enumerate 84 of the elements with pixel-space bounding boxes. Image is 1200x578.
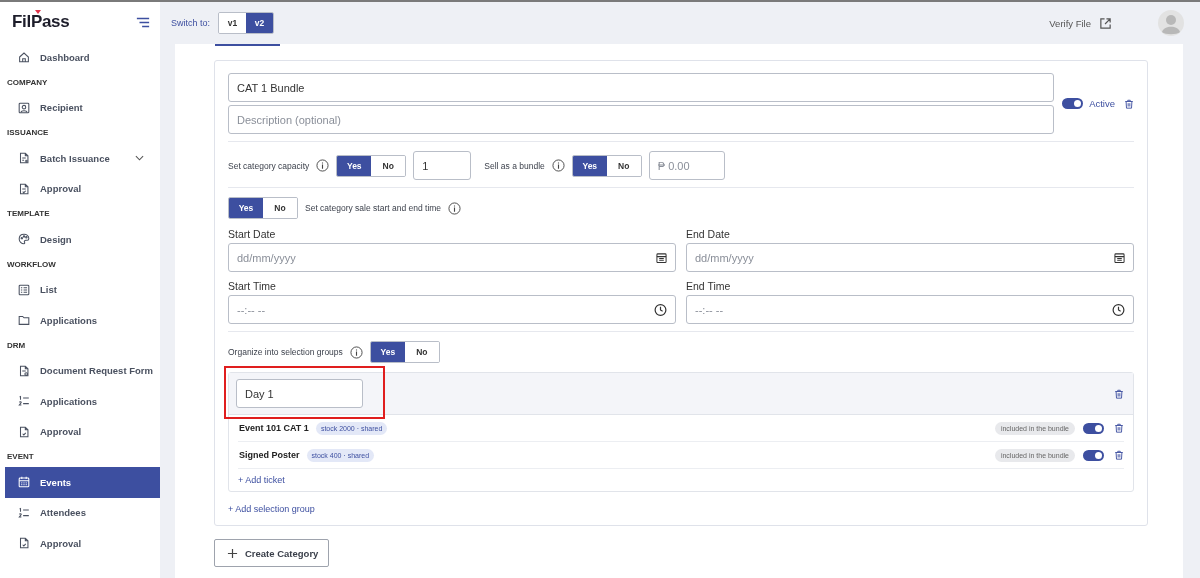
sidebar-item[interactable]: Document Request Form bbox=[5, 355, 160, 386]
clock-icon[interactable] bbox=[1112, 303, 1125, 316]
section-title: DRM bbox=[6, 339, 27, 352]
groups-label: Organize into selection groups bbox=[228, 347, 343, 357]
calendar-icon[interactable] bbox=[1114, 252, 1125, 263]
capacity-option[interactable]: Yes bbox=[337, 155, 372, 176]
section-title: TEMPLATE bbox=[6, 208, 51, 220]
active-label: Active bbox=[1089, 98, 1115, 109]
field-label: Start Date bbox=[228, 228, 277, 240]
groups-option[interactable]: Yes bbox=[370, 342, 405, 362]
field-label: End Time bbox=[686, 280, 732, 292]
info-icon[interactable] bbox=[551, 159, 565, 172]
sidebar-item[interactable]: Attendees bbox=[5, 497, 160, 528]
version-button[interactable]: v1 bbox=[219, 13, 246, 33]
document-icon bbox=[17, 424, 31, 439]
document-icon bbox=[17, 536, 31, 551]
house-icon bbox=[17, 50, 31, 65]
document-icon bbox=[17, 151, 31, 166]
sidebar-item[interactable]: Batch Issuance bbox=[5, 143, 160, 174]
info-icon[interactable] bbox=[316, 159, 330, 172]
section-title: EVENT bbox=[6, 451, 35, 463]
trash-icon[interactable] bbox=[1114, 388, 1124, 399]
add-ticket-link[interactable]: + Add ticket bbox=[238, 475, 285, 485]
section-title: WORKFLOW bbox=[6, 258, 57, 271]
calendar-icon[interactable] bbox=[656, 252, 667, 263]
date-time-field[interactable]: dd/mm/yyyy bbox=[228, 243, 676, 272]
calendar-icon bbox=[17, 475, 31, 490]
schedule-option[interactable]: Yes bbox=[229, 198, 263, 218]
info-icon[interactable] bbox=[448, 201, 462, 215]
field-label: End Date bbox=[686, 228, 731, 240]
sidebar-item[interactable]: Approval bbox=[5, 173, 160, 204]
capacity-label: Set category capacity bbox=[228, 160, 310, 171]
date-time-field[interactable]: --:-- -- bbox=[228, 295, 676, 324]
chevron-icon[interactable] bbox=[135, 155, 144, 162]
external-link-icon[interactable] bbox=[1099, 16, 1112, 30]
create-category-button[interactable]: Create Category bbox=[214, 539, 330, 567]
switch-label: Switch to: bbox=[171, 18, 210, 28]
trash-icon[interactable] bbox=[1114, 450, 1124, 460]
sidebar-item[interactable]: List bbox=[5, 274, 160, 305]
sidebar-item[interactable]: Approval bbox=[5, 528, 160, 559]
sidebar-item[interactable]: Applications bbox=[5, 305, 160, 336]
document-icon bbox=[17, 363, 31, 378]
logo: FilPass bbox=[12, 12, 70, 32]
palette-icon bbox=[17, 232, 31, 247]
date-time-field[interactable]: --:-- -- bbox=[686, 295, 1134, 324]
person-icon bbox=[17, 100, 31, 115]
date-time-field[interactable]: dd/mm/yyyy bbox=[686, 243, 1134, 272]
name-field[interactable]: CAT 1 Bundle bbox=[228, 73, 1055, 102]
capacity-field[interactable]: 1 bbox=[413, 151, 472, 180]
sidebar-item[interactable]: Dashboard bbox=[5, 42, 160, 73]
add-group-link[interactable]: + Add selection group bbox=[228, 504, 315, 514]
section-title: COMPANY bbox=[6, 76, 49, 89]
ticket-toggle[interactable] bbox=[1083, 422, 1104, 434]
ticket-toggle[interactable] bbox=[1083, 449, 1104, 461]
numbered-list-icon bbox=[17, 505, 31, 520]
sidebar-item[interactable]: Recipient bbox=[5, 92, 160, 123]
active-toggle[interactable] bbox=[1062, 98, 1084, 109]
folder-icon bbox=[17, 313, 31, 328]
menu-icon[interactable] bbox=[136, 16, 150, 28]
numbered-list-icon bbox=[17, 394, 31, 409]
group-name-field[interactable]: Day 1 bbox=[236, 379, 363, 408]
section-title: ISSUANCE bbox=[6, 127, 50, 139]
bundle-option[interactable]: Yes bbox=[572, 155, 607, 176]
bundle-label: Sell as a bundle bbox=[484, 160, 545, 171]
trash-icon[interactable] bbox=[1124, 98, 1134, 109]
clock-icon[interactable] bbox=[654, 303, 667, 316]
schedule-label: Set category sale start and end time bbox=[305, 203, 442, 213]
sidebar-item[interactable]: Approval bbox=[5, 416, 160, 447]
list-icon bbox=[17, 282, 31, 297]
verify-file-link[interactable]: Verify File bbox=[1049, 17, 1091, 29]
version-button[interactable]: v2 bbox=[246, 13, 273, 33]
price-field[interactable]: ₱ 0.00 bbox=[648, 151, 725, 180]
trash-icon[interactable] bbox=[1114, 423, 1124, 433]
description-field[interactable]: Description (optional) bbox=[228, 105, 1055, 134]
info-icon[interactable] bbox=[349, 345, 363, 359]
sidebar-item[interactable]: Design bbox=[5, 224, 160, 255]
plus-icon bbox=[227, 547, 238, 559]
field-label: Start Time bbox=[228, 280, 277, 292]
sidebar-item[interactable]: Events bbox=[5, 467, 160, 498]
ticket-name: Signed Poster bbox=[239, 450, 300, 460]
sidebar-item[interactable]: Applications bbox=[5, 386, 160, 417]
ticket-name: Event 101 CAT 1 bbox=[239, 423, 309, 433]
document-icon bbox=[17, 181, 31, 196]
tab-indicator bbox=[215, 44, 280, 46]
